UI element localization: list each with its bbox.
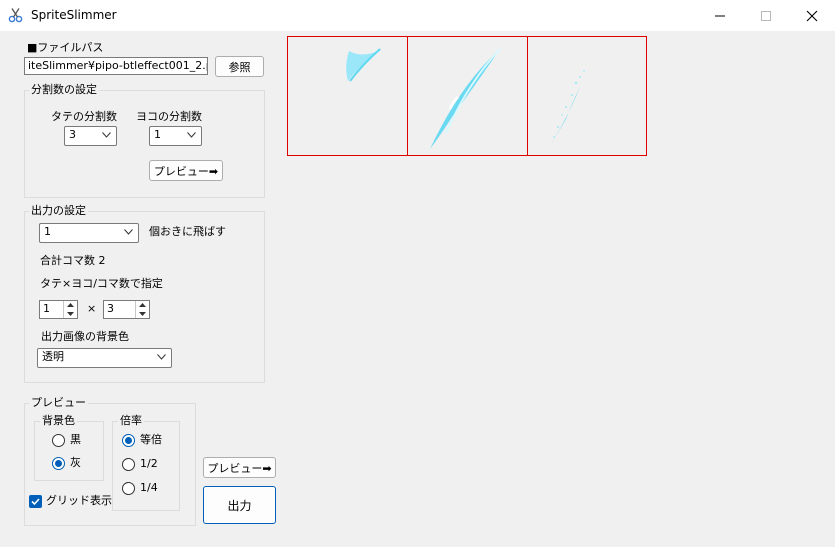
bg-black-radio[interactable]	[52, 434, 65, 447]
sprite-frame-3	[527, 36, 647, 156]
scale-legend: 倍率	[118, 414, 144, 428]
window-title: SpriteSlimmer	[31, 8, 117, 22]
slash-effect-fading	[548, 70, 585, 149]
rows-value: 1	[43, 302, 50, 315]
rows-stepper[interactable]: 1	[39, 300, 78, 319]
bg-black-label: 黒	[70, 433, 81, 446]
skip-select[interactable]: 1	[39, 223, 139, 243]
vertical-split-value: 3	[69, 128, 76, 141]
arrow-up-icon	[67, 303, 74, 307]
grid-spec-label: タテ×ヨコ/コマ数で指定	[40, 277, 163, 290]
arrow-up-icon	[139, 303, 146, 307]
sprite-frame-2	[407, 36, 528, 156]
preview-legend: プレビュー	[29, 396, 88, 410]
cols-down-button[interactable]	[136, 310, 149, 319]
bg-gray-label: 灰	[70, 456, 81, 469]
chevron-down-icon	[102, 132, 111, 138]
maximize-icon	[761, 10, 771, 21]
minimize-icon	[715, 15, 725, 16]
scale-quarter-label: 1/4	[140, 481, 158, 494]
skip-value: 1	[44, 225, 51, 238]
horizontal-split-value: 1	[154, 128, 161, 141]
cols-value: 3	[107, 302, 114, 315]
sprite-frame-1	[287, 36, 408, 156]
grid-checkbox[interactable]	[29, 495, 42, 508]
scissors-icon	[8, 8, 23, 23]
scale-1-label: 等倍	[140, 433, 162, 446]
chevron-down-icon	[124, 229, 133, 235]
split-preview-button[interactable]: プレビュー➡	[149, 160, 223, 181]
file-path-input[interactable]: iteSlimmer¥pipo-btleffect001_2.png	[24, 57, 208, 75]
file-path-label: ■ファイルパス	[27, 41, 104, 54]
arrow-down-icon	[139, 311, 146, 316]
preview-bg-group	[34, 421, 104, 481]
scale-1-radio[interactable]	[122, 434, 135, 447]
bg-color-value: 透明	[42, 350, 64, 363]
rows-up-button[interactable]	[64, 301, 77, 310]
rows-down-button[interactable]	[64, 310, 77, 319]
checkmark-icon	[31, 498, 40, 506]
arrow-down-icon	[67, 311, 74, 316]
skip-label: 個おきに飛ばす	[149, 225, 226, 238]
bg-gray-radio[interactable]	[52, 457, 65, 470]
close-icon	[806, 10, 818, 21]
preview-button[interactable]: プレビュー➡	[203, 457, 276, 478]
split-settings-group	[24, 90, 265, 198]
times-sign: ×	[87, 302, 97, 315]
browse-button[interactable]: 参照	[215, 56, 264, 77]
horizontal-split-select[interactable]: 1	[149, 126, 202, 146]
output-settings-legend: 出力の設定	[29, 204, 88, 218]
horizontal-split-label: ヨコの分割数	[136, 110, 202, 123]
slash-effect-small	[346, 48, 382, 82]
chevron-down-icon	[157, 354, 166, 360]
minimize-button[interactable]	[697, 0, 743, 31]
close-button[interactable]	[789, 0, 835, 31]
scale-half-label: 1/2	[140, 457, 158, 470]
maximize-button[interactable]	[743, 0, 789, 31]
bg-color-label: 出力画像の背景色	[41, 330, 129, 343]
chevron-down-icon	[187, 132, 196, 138]
scale-half-radio[interactable]	[122, 458, 135, 471]
cols-stepper[interactable]: 3	[103, 300, 150, 319]
scale-quarter-radio[interactable]	[122, 482, 135, 495]
split-settings-legend: 分割数の設定	[29, 83, 99, 97]
output-button[interactable]: 出力	[203, 486, 276, 524]
slash-effect-large	[430, 48, 501, 149]
bg-color-select[interactable]: 透明	[37, 348, 172, 368]
vertical-split-label: タテの分割数	[51, 110, 117, 123]
title-bar: SpriteSlimmer	[0, 0, 835, 31]
cols-up-button[interactable]	[136, 301, 149, 310]
grid-label: グリッド表示	[46, 494, 112, 507]
total-frames-label: 合計コマ数 2	[40, 254, 106, 267]
vertical-split-select[interactable]: 3	[64, 126, 117, 146]
preview-bg-legend: 背景色	[40, 414, 77, 428]
